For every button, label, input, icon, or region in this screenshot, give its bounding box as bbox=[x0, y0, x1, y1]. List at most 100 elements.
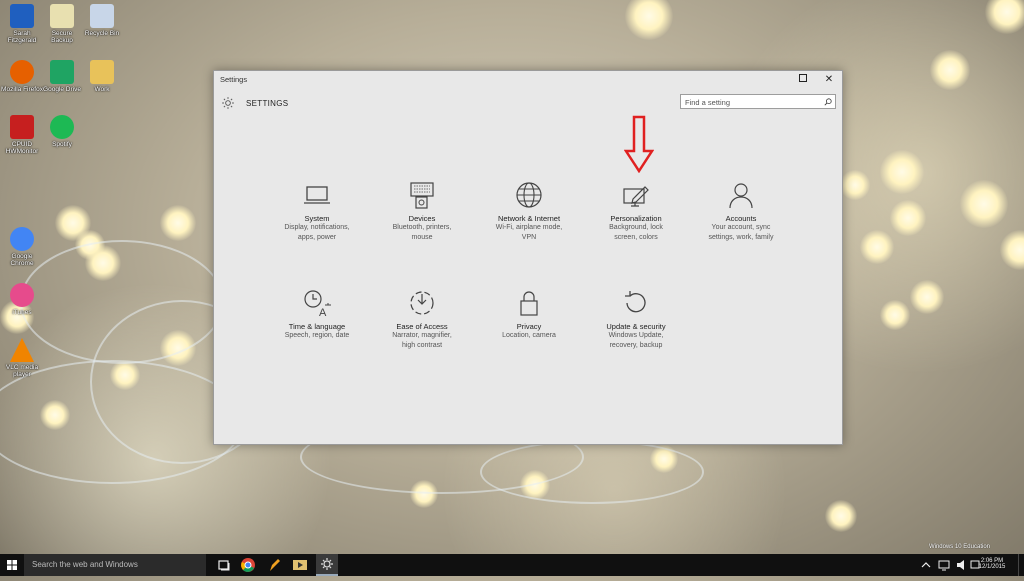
tile-time-language[interactable]: A Time & language Speech, region, date bbox=[269, 289, 365, 341]
desktop-icon-label: Work bbox=[94, 86, 110, 93]
desktop-icon[interactable]: Work bbox=[80, 60, 124, 93]
tile-description: Windows Update, bbox=[608, 332, 664, 339]
tile-description: Your account, sync bbox=[711, 224, 771, 231]
tile-description: Display, notifications, bbox=[284, 224, 350, 231]
person-icon bbox=[729, 183, 753, 209]
recycle-bin-icon bbox=[90, 4, 114, 28]
desktop-icon[interactable]: Recycle Bin bbox=[80, 4, 124, 37]
lock-icon bbox=[520, 291, 538, 316]
hwmonitor-icon bbox=[10, 115, 34, 139]
tile-label: Update & security bbox=[606, 322, 666, 331]
document-icon bbox=[50, 4, 74, 28]
desktop-icon-label: VLC media player bbox=[5, 364, 39, 378]
desktop-icon-label: Google Chrome bbox=[10, 253, 34, 267]
firefox-icon bbox=[10, 60, 34, 84]
os-watermark: Windows 10 Education bbox=[929, 544, 990, 551]
tile-system[interactable]: System Display, notifications, apps, pow… bbox=[269, 181, 365, 243]
maximize-icon bbox=[799, 74, 807, 82]
desktop-icon[interactable]: Mozilla Firefox bbox=[0, 60, 44, 93]
maximize-button[interactable] bbox=[792, 73, 814, 87]
clock-date: 12/1/2015 bbox=[978, 564, 1006, 570]
personalization-icon bbox=[623, 186, 649, 207]
task-view-icon[interactable] bbox=[216, 557, 232, 573]
tile-label: Personalization bbox=[610, 214, 662, 223]
desktop-icon-label: Recycle Bin bbox=[84, 30, 120, 37]
devices-icon bbox=[410, 182, 434, 209]
tile-description: Speech, region, date bbox=[284, 332, 350, 339]
tile-description: Narrator, magnifier, bbox=[392, 332, 452, 339]
tile-label: System bbox=[304, 214, 330, 223]
tile-label: Privacy bbox=[516, 322, 542, 331]
pen-app-icon[interactable] bbox=[266, 557, 282, 573]
time-language-icon: A bbox=[304, 290, 331, 317]
desktop-icon[interactable]: Sarah Fitzgerald bbox=[0, 4, 44, 44]
windows-logo-icon bbox=[7, 560, 17, 570]
update-icon bbox=[625, 291, 646, 313]
vlc-icon bbox=[10, 338, 34, 362]
chrome-icon bbox=[10, 227, 34, 251]
gear-icon bbox=[222, 97, 234, 109]
chrome-icon[interactable] bbox=[240, 557, 256, 573]
title-bar[interactable]: Settings ✕ bbox=[214, 71, 842, 89]
settings-taskbar-button[interactable] bbox=[316, 554, 338, 576]
spotify-icon bbox=[50, 115, 74, 139]
desktop-icon-label: iTunes bbox=[12, 309, 32, 316]
svg-text:A: A bbox=[319, 307, 327, 317]
tile-label: Ease of Access bbox=[396, 322, 448, 331]
tile-label: Accounts bbox=[725, 214, 757, 223]
tile-description: high contrast bbox=[401, 342, 443, 349]
tile-network-internet[interactable]: Network & Internet Wi-Fi, airplane mode,… bbox=[481, 181, 577, 243]
globe-icon bbox=[516, 182, 542, 208]
itunes-icon bbox=[10, 283, 34, 307]
tile-privacy[interactable]: Privacy Location, camera bbox=[481, 289, 577, 341]
media-player-icon[interactable] bbox=[292, 557, 308, 573]
action-center-icon[interactable] bbox=[970, 557, 980, 573]
tile-personalization[interactable]: Personalization Background, lock screen,… bbox=[588, 181, 684, 243]
desktop-icon-label: Secure Backup bbox=[51, 30, 73, 44]
close-button[interactable]: ✕ bbox=[818, 73, 840, 87]
chevron-up-icon[interactable] bbox=[918, 557, 934, 573]
window-title: Settings bbox=[220, 75, 248, 84]
search-icon[interactable] bbox=[824, 98, 832, 106]
tile-update-security[interactable]: Update & security Windows Update, recove… bbox=[588, 289, 684, 351]
tile-description: settings, work, family bbox=[708, 234, 774, 241]
desktop-icon[interactable]: Google Drive bbox=[40, 60, 84, 93]
taskbar: Search the web and Windows 2:06 PM 12/1/… bbox=[0, 554, 1024, 576]
gear-icon bbox=[321, 558, 333, 570]
tile-accounts[interactable]: Accounts Your account, sync settings, wo… bbox=[693, 181, 789, 243]
google-drive-icon bbox=[50, 60, 74, 84]
taskbar-search-placeholder: Search the web and Windows bbox=[32, 560, 138, 569]
desktop-icon[interactable]: VLC media player bbox=[0, 338, 44, 378]
page-title: SETTINGS bbox=[246, 98, 289, 108]
volume-icon[interactable] bbox=[954, 557, 970, 573]
desktop-icon-label: CPUID HWMonitor bbox=[5, 141, 39, 155]
start-button[interactable] bbox=[0, 554, 24, 576]
tile-ease-of-access[interactable]: Ease of Access Narrator, magnifier, high… bbox=[374, 289, 470, 351]
ease-of-access-icon bbox=[410, 291, 434, 315]
clock[interactable]: 2:06 PM 12/1/2015 bbox=[978, 554, 1006, 576]
show-desktop-button[interactable] bbox=[1018, 554, 1024, 576]
folder-icon bbox=[90, 60, 114, 84]
desktop-icon-label: Google Drive bbox=[43, 86, 81, 93]
laptop-icon bbox=[304, 186, 330, 204]
desktop-icon-label: Spotify bbox=[52, 141, 72, 148]
tile-description: mouse bbox=[411, 234, 433, 241]
tile-devices[interactable]: Devices Bluetooth, printers, mouse bbox=[374, 181, 470, 243]
tile-label: Devices bbox=[408, 214, 436, 223]
find-setting-input[interactable]: Find a setting bbox=[680, 94, 836, 109]
red-arrow-icon bbox=[624, 115, 654, 173]
taskbar-search-box[interactable]: Search the web and Windows bbox=[24, 554, 206, 576]
tile-description: recovery, backup bbox=[609, 342, 663, 349]
tile-description: apps, power bbox=[297, 234, 337, 241]
desktop-icon[interactable]: Google Chrome bbox=[0, 227, 44, 267]
desktop-icon[interactable]: iTunes bbox=[0, 283, 44, 316]
tile-description: VPN bbox=[521, 234, 537, 241]
tile-description: Location, camera bbox=[502, 332, 556, 339]
desktop-icon[interactable]: CPUID HWMonitor bbox=[0, 115, 44, 155]
network-icon[interactable] bbox=[936, 557, 952, 573]
desktop-icon[interactable]: Secure Backup bbox=[40, 4, 84, 44]
tile-description: Wi-Fi, airplane mode, bbox=[495, 224, 563, 231]
settings-window[interactable]: Settings ✕ SETTINGS Find a setting Syste… bbox=[213, 70, 843, 445]
desktop-icon[interactable]: Spotify bbox=[40, 115, 84, 148]
tile-description: Bluetooth, printers, bbox=[392, 224, 452, 231]
